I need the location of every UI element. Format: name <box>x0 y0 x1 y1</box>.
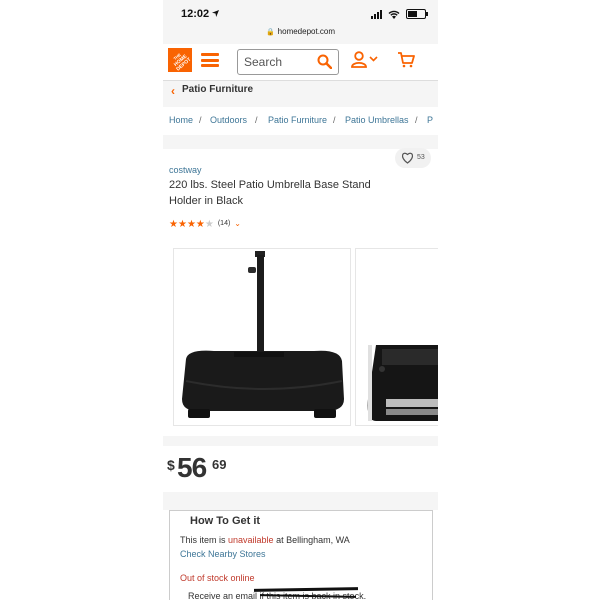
star-icon: ★ <box>186 219 196 230</box>
price-cents: 69 <box>212 457 227 472</box>
product-title: 220 lbs. Steel Patio Umbrella Base Stand… <box>169 179 371 207</box>
availability-status: unavailable <box>228 535 274 545</box>
breadcrumb-separator: / <box>199 115 202 125</box>
breadcrumb-outdoors[interactable]: Outdoors <box>210 115 247 125</box>
search-box <box>237 49 339 75</box>
breadcrumb-next[interactable]: P <box>427 115 433 125</box>
star-icon: ★ <box>169 219 178 230</box>
breadcrumb-home[interactable]: Home <box>169 115 193 125</box>
favorite-button[interactable]: 53 <box>395 148 431 168</box>
price-currency: $ <box>167 457 175 473</box>
account-icon[interactable] <box>351 51 367 68</box>
store-availability: This item is unavailable at Bellingham, … <box>180 535 350 545</box>
site-header: THE HOME DEPOT <box>163 44 438 81</box>
home-depot-logo[interactable]: THE HOME DEPOT <box>168 48 192 72</box>
section-gap <box>163 436 438 446</box>
lock-icon: 🔒 <box>265 29 275 36</box>
battery-icon <box>406 9 428 19</box>
favorite-count: 53 <box>417 154 425 161</box>
product-brand-link[interactable]: costway <box>169 165 202 175</box>
status-bar: 12:02 🔒 homedepot.com <box>163 0 438 44</box>
breadcrumb-separator: / <box>415 115 418 125</box>
phone-screen: 12:02 🔒 homedepot.com THE HOME DEPOT Sea… <box>163 0 438 600</box>
menu-icon[interactable] <box>201 53 219 67</box>
breadcrumb: Home / Outdoors / Patio Furniture / Pati… <box>163 107 438 135</box>
breadcrumb-patio-furniture[interactable]: Patio Furniture <box>268 115 327 125</box>
review-count: (14) <box>217 219 231 227</box>
heart-icon <box>401 152 414 164</box>
cart-icon[interactable] <box>397 52 415 68</box>
out-of-stock-notice: Out of stock online <box>180 573 255 583</box>
signal-icon <box>371 9 382 19</box>
product-image-thumbnail[interactable] <box>355 248 438 426</box>
location-arrow-icon <box>212 10 220 17</box>
status-time: 12:02 <box>181 8 220 20</box>
chevron-down-icon: ⌄ <box>234 218 241 228</box>
search-icon[interactable] <box>317 54 332 69</box>
star-icon: ★ <box>195 219 205 230</box>
chevron-down-icon[interactable] <box>369 56 378 62</box>
breadcrumb-patio-umbrellas[interactable]: Patio Umbrellas <box>345 115 409 125</box>
how-to-get-it-title: How To Get it <box>186 515 265 527</box>
price-dollars: 56 <box>177 452 207 483</box>
logo-mark: THE HOME DEPOT <box>168 48 192 72</box>
section-gap <box>163 492 438 510</box>
back-to-category-link[interactable]: ‹ Patio Furniture <box>163 81 438 101</box>
url-bar[interactable]: 🔒 homedepot.com <box>163 27 438 36</box>
chevron-left-icon: ‹ <box>171 84 175 98</box>
umbrella-base-image <box>182 251 344 418</box>
breadcrumb-bar: Home / Outdoors / Patio Furniture / Pati… <box>163 101 438 141</box>
product-rating[interactable]: ★★★★★ (14) ⌄ <box>169 214 241 232</box>
rating-stars: ★★★★★ <box>169 214 214 232</box>
star-icon: ★ <box>204 219 214 230</box>
how-to-get-it-panel: How To Get it This item is unavailable a… <box>169 510 433 600</box>
breadcrumb-separator: / <box>255 115 258 125</box>
umbrella-base-detail-image <box>356 249 438 425</box>
section-gap <box>163 141 438 149</box>
search-input[interactable] <box>244 54 310 70</box>
back-link-label: Patio Furniture <box>182 84 254 95</box>
star-icon: ★ <box>177 219 187 230</box>
status-icons <box>371 9 428 19</box>
wifi-icon <box>388 10 400 19</box>
product-image-main[interactable] <box>173 248 351 426</box>
breadcrumb-separator: / <box>333 115 336 125</box>
check-nearby-stores-link[interactable]: Check Nearby Stores <box>180 549 266 559</box>
